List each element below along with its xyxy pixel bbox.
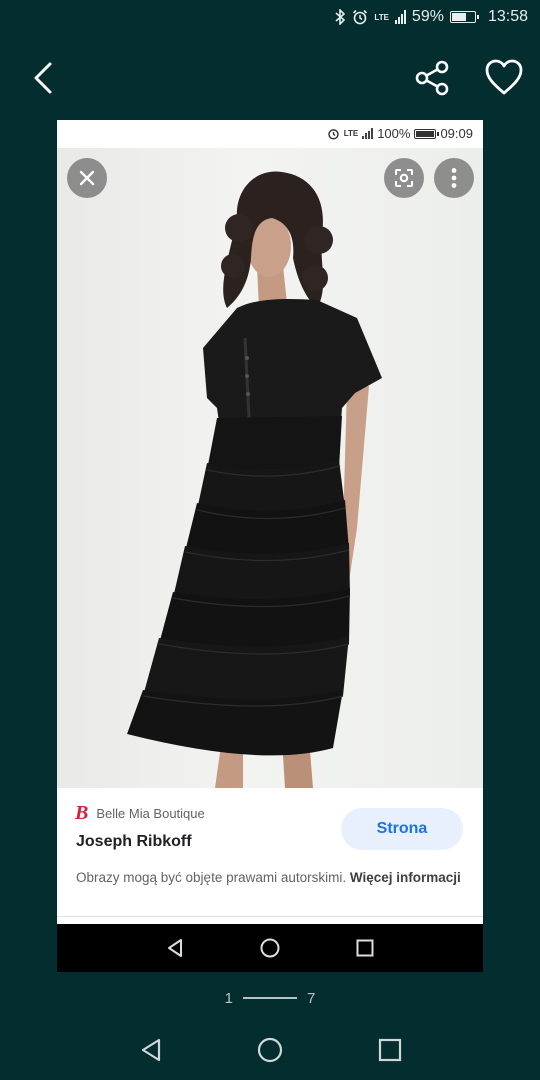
bluetooth-icon xyxy=(335,9,346,25)
status-bar: LTE 59% 13:58 xyxy=(0,0,540,38)
nav-recents-button[interactable] xyxy=(377,1037,403,1068)
battery-percent: 59% xyxy=(411,8,444,25)
navigation-bar xyxy=(0,1026,540,1080)
nav-home-button[interactable] xyxy=(256,1036,284,1069)
source-logo: B xyxy=(75,802,89,824)
more-vert-icon xyxy=(451,168,457,188)
back-triangle-icon xyxy=(141,1038,161,1062)
share-icon xyxy=(415,60,449,96)
alarm-icon xyxy=(353,9,368,25)
more-options-button[interactable] xyxy=(434,158,474,198)
inner-network-type: LTE xyxy=(343,129,359,138)
close-button[interactable] xyxy=(67,158,107,198)
copyright-notice: Obrazy mogą być objęte prawami autorskim… xyxy=(76,868,466,887)
dress-model-illustration xyxy=(127,171,382,788)
lens-search-button[interactable] xyxy=(384,158,424,198)
source-row[interactable]: B Belle Mia Boutique xyxy=(75,802,205,824)
result-card: B Belle Mia Boutique Joseph Ribkoff Stro… xyxy=(57,788,483,924)
copyright-text: Obrazy mogą być objęte prawami autorskim… xyxy=(76,870,347,885)
chevron-left-icon xyxy=(34,62,52,94)
alarm-icon xyxy=(327,129,339,140)
home-circle-icon xyxy=(257,1037,283,1063)
lens-icon xyxy=(395,169,413,187)
heart-outline-icon xyxy=(485,59,523,95)
back-button[interactable] xyxy=(24,56,64,100)
home-circle-icon xyxy=(260,938,280,958)
inner-navigation-bar xyxy=(57,924,483,972)
signal-icon xyxy=(394,10,406,24)
pager-total: 7 xyxy=(307,989,316,1007)
recents-square-icon xyxy=(378,1038,402,1062)
close-icon xyxy=(79,170,95,186)
pager-separator xyxy=(243,997,297,999)
product-photo[interactable] xyxy=(57,148,483,788)
inner-clock: 09:09 xyxy=(440,126,473,141)
source-name: Belle Mia Boutique xyxy=(96,805,205,821)
battery-icon xyxy=(414,128,440,139)
share-button[interactable] xyxy=(410,58,454,98)
visit-page-button[interactable]: Strona xyxy=(341,808,463,850)
status-icons: LTE 59% 13:58 xyxy=(334,8,528,26)
more-info-link[interactable]: Więcej informacji xyxy=(350,870,461,885)
favorite-button[interactable] xyxy=(484,58,528,98)
back-triangle-icon xyxy=(168,939,182,957)
inner-status-bar: LTE 100% 09:09 xyxy=(57,120,483,148)
image-pager: 1 7 xyxy=(0,986,540,1010)
inner-battery-percent: 100% xyxy=(377,126,411,141)
network-type: LTE xyxy=(374,12,389,22)
pager-current: 1 xyxy=(224,989,233,1007)
battery-icon xyxy=(449,11,479,23)
image-preview[interactable]: LTE 100% 09:09 B Belle Mia Boutique Jose… xyxy=(57,120,483,972)
signal-icon xyxy=(362,128,374,139)
divider xyxy=(57,916,483,917)
nav-back-button[interactable] xyxy=(138,1036,164,1069)
recents-square-icon xyxy=(356,939,374,957)
product-title[interactable]: Joseph Ribkoff xyxy=(76,833,192,851)
clock: 13:58 xyxy=(487,8,528,25)
inner-status-icons: LTE 100% 09:09 xyxy=(327,126,473,141)
